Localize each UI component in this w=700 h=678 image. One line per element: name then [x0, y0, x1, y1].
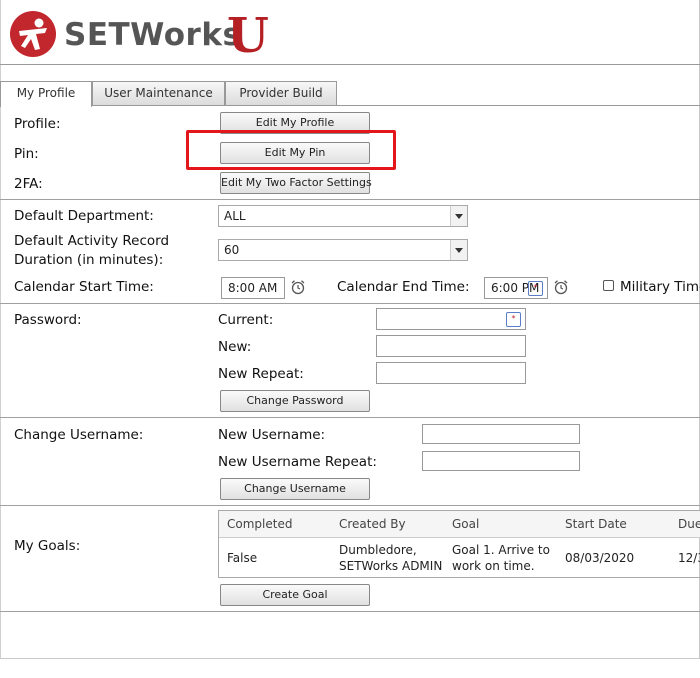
section-divider: [0, 199, 700, 200]
new-password-label: New:: [218, 339, 252, 355]
column-header-due[interactable]: Due: [678, 517, 700, 531]
cell-due: 12/3: [678, 551, 700, 565]
default-department-label: Default Department:: [14, 208, 154, 224]
change-username-label: Change Username:: [14, 427, 144, 443]
cell-goal-line2: work on time.: [452, 559, 535, 573]
activity-duration-value: 60: [224, 243, 240, 257]
default-department-select[interactable]: ALL: [218, 205, 468, 227]
cell-completed: False: [227, 551, 258, 565]
current-password-input[interactable]: *: [376, 308, 526, 330]
column-header-start-date[interactable]: Start Date: [565, 517, 627, 531]
tab-user-maintenance[interactable]: User Maintenance: [92, 81, 225, 105]
section-divider: [0, 505, 700, 506]
twofa-label: 2FA:: [14, 176, 43, 192]
logo-wordmark: SETWorks: [64, 17, 242, 53]
highlight-box: [186, 130, 396, 170]
new-username-repeat-input[interactable]: [422, 451, 580, 471]
alarm-clock-icon[interactable]: [553, 279, 569, 295]
section-divider: [0, 417, 700, 418]
goals-table-header: Completed Created By Goal Start Date Due: [219, 511, 700, 538]
tab-my-profile[interactable]: My Profile: [0, 81, 92, 107]
default-department-value: ALL: [224, 209, 246, 223]
autofill-icon[interactable]: *: [506, 312, 521, 327]
new-repeat-password-label: New Repeat:: [218, 366, 304, 382]
section-divider: [0, 303, 700, 304]
column-header-completed[interactable]: Completed: [227, 517, 292, 531]
my-goals-label: My Goals:: [14, 538, 81, 554]
military-time-checkbox[interactable]: [603, 280, 614, 291]
tab-provider-build[interactable]: Provider Build: [225, 81, 337, 105]
activity-duration-select[interactable]: 60: [218, 239, 468, 261]
calendar-end-time-input[interactable]: 6:00 PM *: [484, 277, 548, 299]
logo-figure-icon: [10, 11, 56, 57]
current-password-label: Current:: [218, 312, 274, 328]
setworks-logo: SETWorks U: [10, 8, 280, 64]
new-repeat-password-input[interactable]: [376, 362, 526, 384]
logo-u-mark: U: [227, 8, 269, 64]
duration-label-line2: Duration (in minutes):: [14, 252, 164, 268]
profile-label: Profile:: [14, 116, 61, 132]
chevron-down-icon[interactable]: [450, 240, 467, 260]
change-password-button[interactable]: Change Password: [220, 390, 370, 412]
section-divider: [0, 611, 700, 612]
cell-created-by-line2: SETWorks ADMIN: [339, 559, 443, 573]
password-section-label: Password:: [14, 312, 82, 328]
cell-created-by-line1: Dumbledore,: [339, 543, 417, 557]
military-time-label: Military Time: [620, 279, 700, 295]
column-header-goal[interactable]: Goal: [452, 517, 479, 531]
change-username-button[interactable]: Change Username: [220, 478, 370, 500]
chevron-down-icon[interactable]: [450, 206, 467, 226]
tab-bar-divider: [0, 105, 700, 106]
header-divider: [0, 64, 700, 65]
new-password-input[interactable]: [376, 335, 526, 357]
calendar-start-time-input[interactable]: 8:00 AM: [221, 277, 285, 299]
autofill-icon[interactable]: *: [528, 281, 543, 296]
create-goal-button[interactable]: Create Goal: [220, 584, 370, 606]
pin-label: Pin:: [14, 146, 39, 162]
new-username-input[interactable]: [422, 424, 580, 444]
new-username-repeat-label: New Username Repeat:: [218, 454, 377, 470]
goals-table: Completed Created By Goal Start Date Due…: [218, 510, 700, 578]
column-header-created-by[interactable]: Created By: [339, 517, 406, 531]
calendar-start-label: Calendar Start Time:: [14, 279, 154, 295]
cell-goal-line1: Goal 1. Arrive to: [452, 543, 550, 557]
new-username-label: New Username:: [218, 427, 326, 443]
alarm-clock-icon[interactable]: [290, 279, 306, 295]
edit-two-factor-button[interactable]: Edit My Two Factor Settings: [220, 172, 372, 194]
calendar-end-label: Calendar End Time:: [337, 279, 470, 295]
cell-start-date: 08/03/2020: [565, 551, 635, 565]
duration-label-line1: Default Activity Record: [14, 233, 170, 249]
